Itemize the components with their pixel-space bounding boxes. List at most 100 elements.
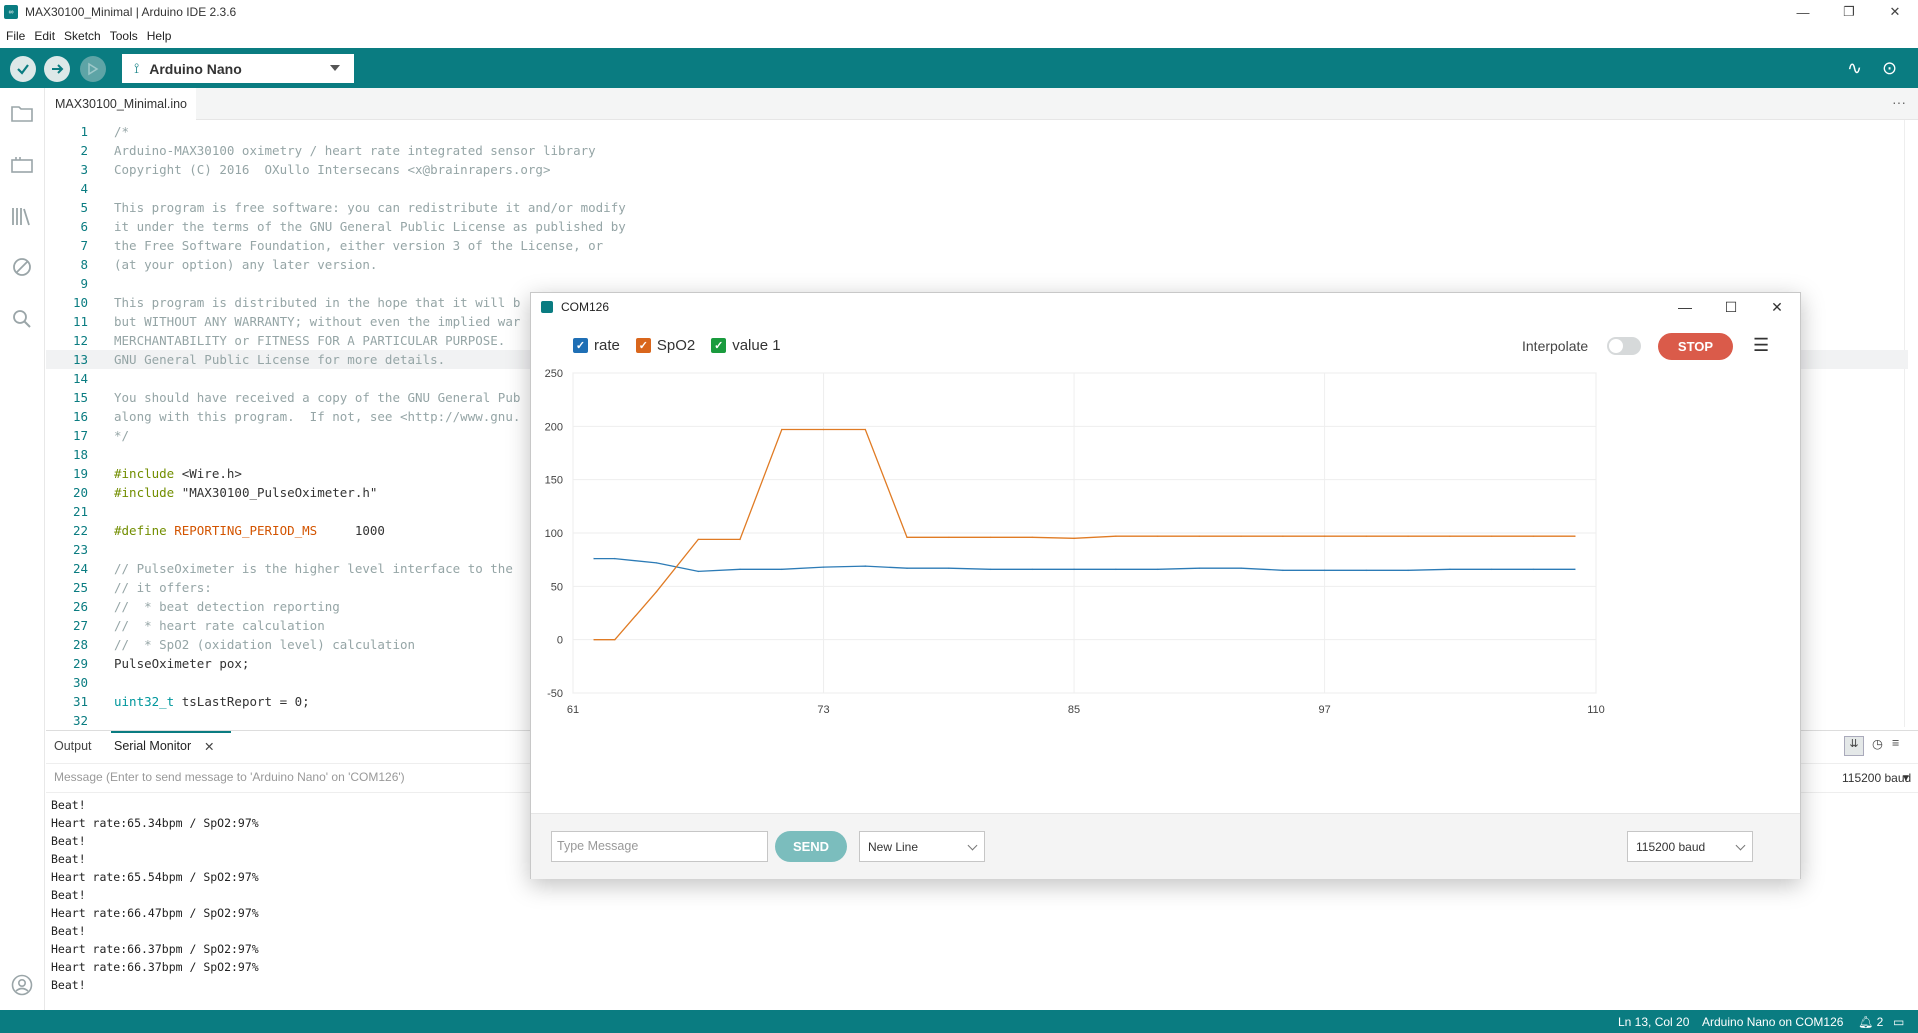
data-point-spo2 (1574, 535, 1576, 537)
code-token: (at your option) any later version. (114, 257, 378, 272)
line-number: 19 (72, 466, 88, 481)
file-tab-max30100-minimal[interactable]: MAX30100_Minimal.ino (46, 88, 197, 120)
data-point-rate (697, 570, 700, 573)
debug-sidebar-icon[interactable] (9, 254, 35, 280)
code-text: /* (114, 122, 129, 141)
code-line[interactable]: 2 Arduino-MAX30100 oximetry / heart rate … (46, 141, 1908, 160)
code-text: Copyright (C) 2016 OXullo Intersecans <x… (114, 160, 551, 179)
code-text: // * heart rate calculation (114, 616, 325, 635)
board-name: Arduino Nano (149, 60, 242, 77)
line-number: 4 (80, 181, 88, 196)
autoscroll-toggle[interactable]: ⇊ (1844, 736, 1864, 756)
board-selector[interactable]: ⟟ Arduino Nano (122, 54, 354, 83)
line-number: 20 (72, 485, 88, 500)
code-line[interactable]: 8 (at your option) any later version. (46, 255, 1908, 274)
data-point-spo2 (613, 638, 616, 641)
data-point-spo2 (1198, 535, 1201, 537)
profile-icon[interactable] (9, 972, 35, 998)
active-tab-indicator (111, 731, 231, 733)
data-point-spo2 (1323, 535, 1326, 537)
cursor-position[interactable]: Ln 13, Col 20 (1618, 1015, 1689, 1029)
code-line[interactable]: 1 /* (46, 122, 1908, 141)
menu-edit[interactable]: Edit (34, 29, 55, 43)
output-panel-icon[interactable]: ▭ (1893, 1015, 1904, 1029)
more-options-icon[interactable]: ··· (1892, 94, 1906, 110)
code-token: #include (114, 485, 182, 500)
plotter-icon: ∿ (1847, 58, 1863, 78)
board-port-status[interactable]: Arduino Nano on COM126 (1702, 1015, 1843, 1029)
code-line[interactable]: 4 (46, 179, 1908, 198)
minimize-button[interactable]: — (1780, 0, 1826, 24)
code-line[interactable]: 5 This program is free software: you can … (46, 198, 1908, 217)
code-text: it under the terms of the GNU General Pu… (114, 217, 626, 236)
close-serial-tab-icon[interactable]: ✕ (204, 739, 214, 754)
line-number: 13 (72, 352, 88, 367)
serial-plotter-button[interactable]: ∿ (1847, 58, 1862, 79)
data-point-rate (613, 557, 616, 560)
interpolate-toggle[interactable] (1607, 337, 1641, 355)
upload-button[interactable] (44, 56, 70, 82)
legend-item-rate[interactable]: ✓ rate (573, 337, 620, 354)
search-icon[interactable] (9, 306, 35, 332)
code-line[interactable]: 9 (46, 274, 1908, 293)
data-point-spo2 (1449, 535, 1451, 537)
tab-output[interactable]: Output (54, 739, 92, 753)
y-tick-label: 250 (545, 368, 563, 380)
code-line[interactable]: 3 Copyright (C) 2016 OXullo Intersecans <… (46, 160, 1908, 179)
code-line[interactable]: 6 it under the terms of the GNU General P… (46, 217, 1908, 236)
data-point-rate (1532, 568, 1535, 571)
activity-sidebar (0, 88, 45, 1010)
send-button[interactable]: SEND (775, 831, 847, 862)
x-tick-label: 61 (567, 704, 579, 716)
verify-button[interactable] (10, 56, 36, 82)
library-manager-icon[interactable] (9, 203, 35, 229)
data-point-spo2 (1532, 535, 1535, 537)
notifications-icon[interactable]: 🔔︎ 2 (1858, 1015, 1883, 1029)
code-token: tsLastReport = 0; (174, 694, 310, 709)
clear-list-icon[interactable]: ☰ (1753, 335, 1769, 356)
boards-manager-icon[interactable] (9, 152, 35, 178)
line-ending-select[interactable]: New Line (859, 831, 985, 862)
menu-help[interactable]: Help (147, 29, 172, 43)
close-button[interactable]: ✕ (1872, 0, 1918, 24)
legend-item-value1[interactable]: ✓ value 1 (711, 337, 781, 354)
checkbox-value1[interactable]: ✓ (711, 338, 727, 353)
clear-output-icon[interactable]: ≡ (1892, 736, 1899, 750)
data-point-rate (1115, 568, 1117, 571)
data-point-spo2 (947, 536, 950, 539)
data-point-rate (1574, 568, 1576, 571)
serial-line: Beat! (51, 978, 86, 992)
menu-tools[interactable]: Tools (110, 29, 138, 43)
stop-button[interactable]: STOP (1658, 333, 1733, 360)
plotter-close-button[interactable]: ✕ (1754, 293, 1800, 321)
checkbox-rate[interactable]: ✓ (573, 338, 588, 353)
line-number: 30 (72, 675, 88, 690)
serial-monitor-button[interactable]: ⊙ (1882, 58, 1897, 79)
restore-button[interactable]: ❐ (1826, 0, 1872, 24)
code-token: the Free Software Foundation, either ver… (114, 238, 604, 253)
data-point-spo2 (1115, 535, 1117, 537)
menu-file[interactable]: File (6, 29, 25, 43)
tab-serial-monitor[interactable]: Serial Monitor (114, 739, 191, 753)
legend-item-spo2[interactable]: ✓ SpO2 (635, 337, 695, 354)
line-number: 32 (72, 713, 88, 727)
data-point-spo2 (1407, 535, 1409, 537)
toggle-knob (1609, 339, 1623, 353)
x-tick-label: 97 (1318, 704, 1330, 716)
code-text: #define REPORTING_PERIOD_MS 1000 (114, 521, 385, 540)
plotter-maximize-button[interactable]: ☐ (1708, 293, 1754, 321)
checkbox-spo2[interactable]: ✓ (635, 338, 651, 353)
menu-sketch[interactable]: Sketch (64, 29, 101, 43)
data-point-spo2 (822, 428, 825, 431)
serial-message-input[interactable]: Message (Enter to send message to 'Ardui… (54, 770, 405, 784)
plotter-minimize-button[interactable]: — (1662, 293, 1708, 321)
code-line[interactable]: 7 the Free Software Foundation, either ve… (46, 236, 1908, 255)
sketchbook-folder-icon[interactable] (9, 100, 35, 126)
data-point-rate (1490, 568, 1493, 571)
plotter-message-input[interactable]: Type Message (551, 831, 768, 862)
timestamp-toggle-icon[interactable]: ◷ (1872, 736, 1883, 751)
plotter-baud-select[interactable]: 115200 baud (1627, 831, 1753, 862)
debug-button[interactable] (80, 56, 106, 82)
line-number: 28 (72, 637, 88, 652)
data-point-rate (1240, 567, 1242, 569)
